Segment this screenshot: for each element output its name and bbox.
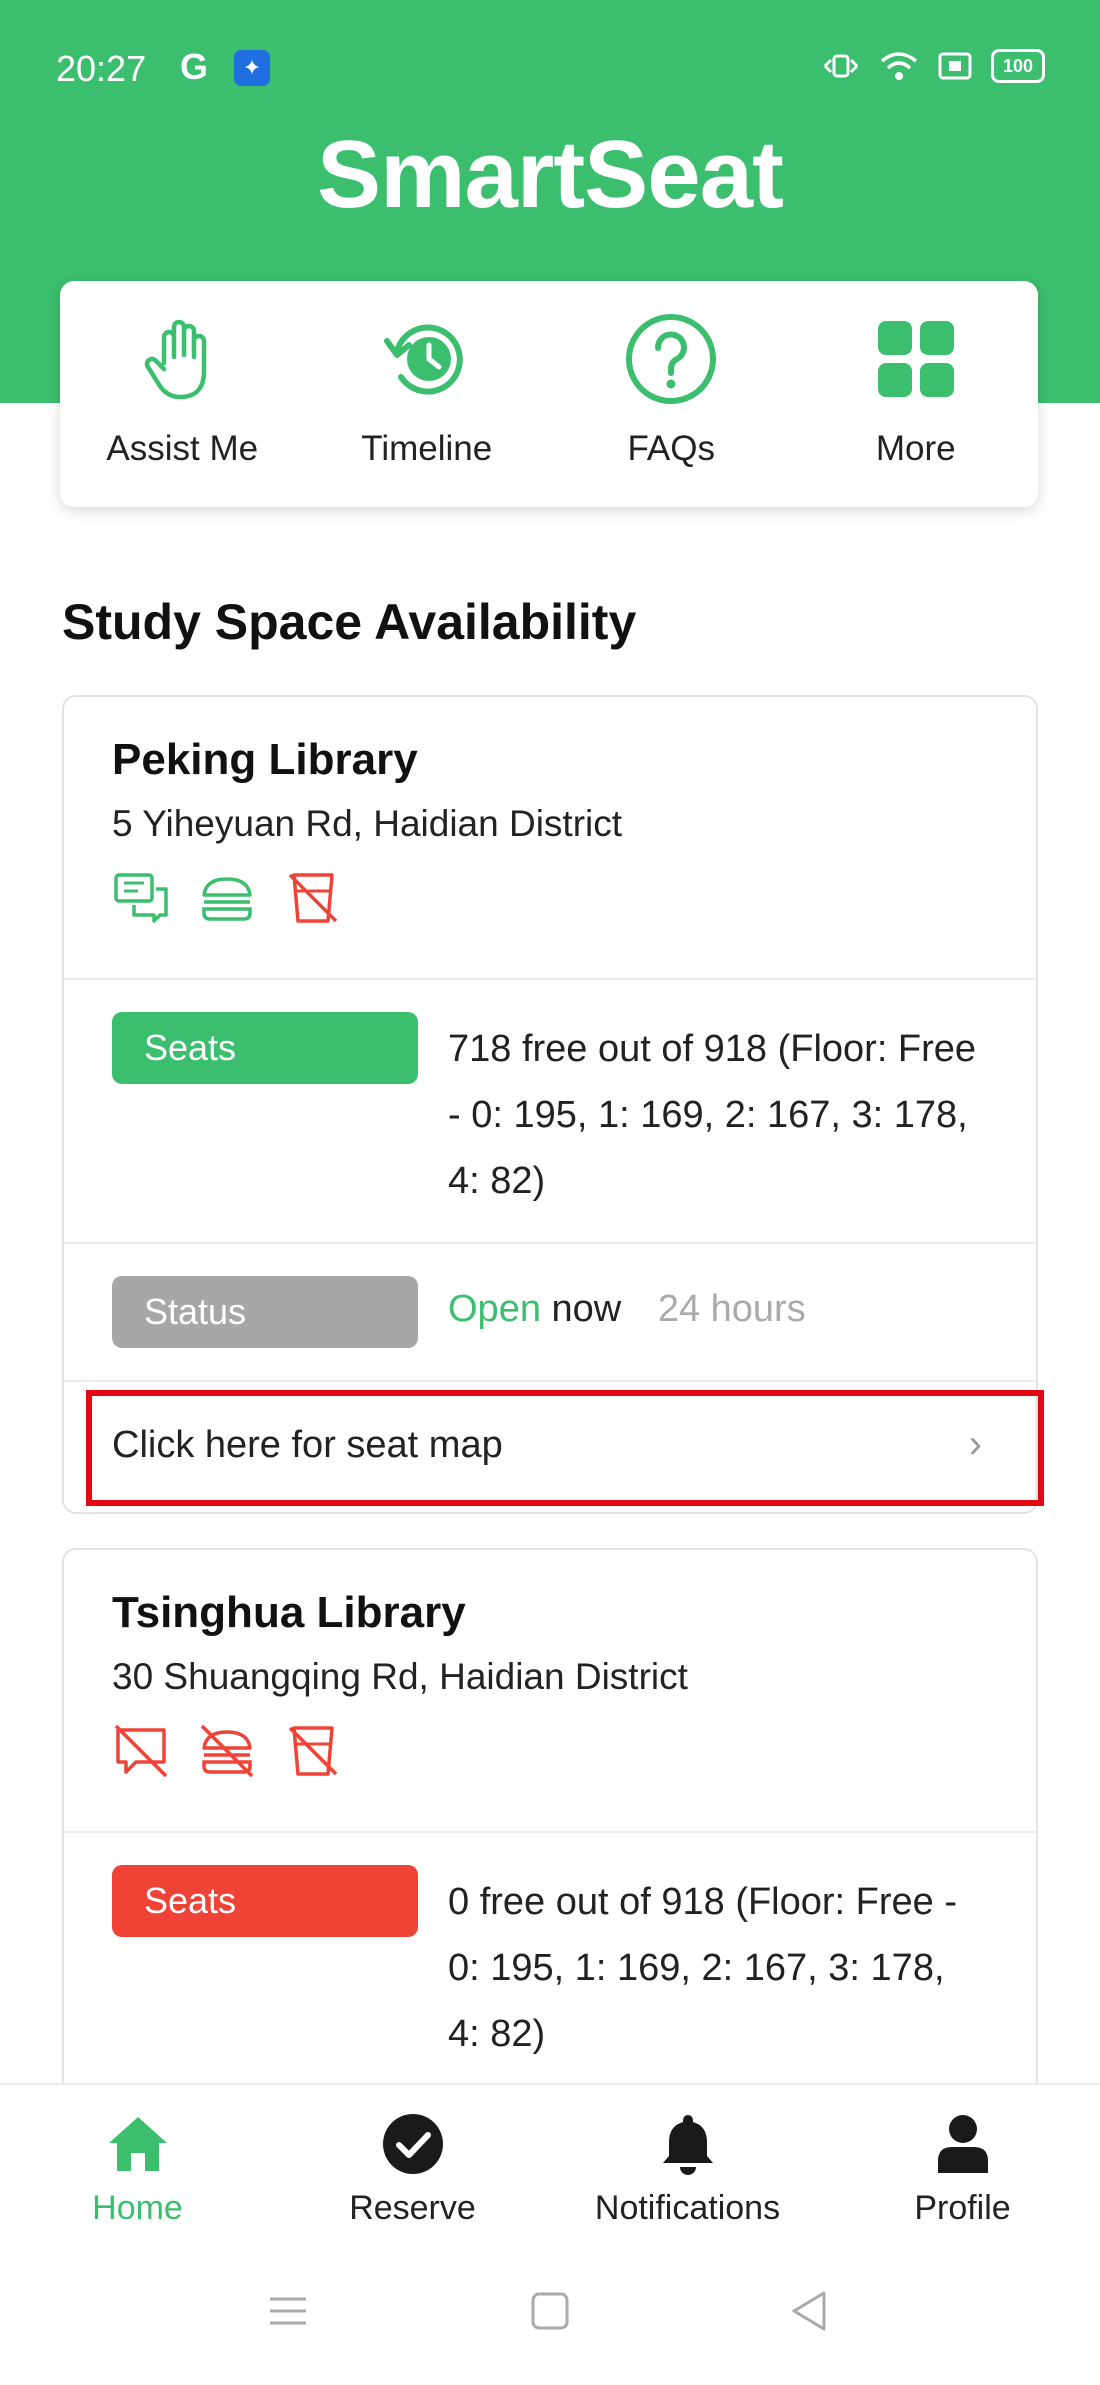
tab-home[interactable]: Home	[0, 2085, 275, 2245]
quick-action-label: FAQs	[627, 429, 716, 468]
vibrate-icon	[823, 54, 859, 78]
tab-label: Reserve	[349, 2189, 476, 2227]
history-icon	[383, 324, 463, 395]
library-name: Tsinghua Library	[112, 1588, 466, 1637]
hours-label: 24 hours	[657, 1288, 806, 1330]
status-icons: 100	[821, 48, 1045, 84]
home-icon	[108, 2117, 167, 2171]
question-icon	[626, 314, 717, 404]
app-title: SmartSeat	[317, 121, 784, 228]
person-icon	[937, 2115, 988, 2173]
battery-indicator: 100	[991, 49, 1045, 83]
discussion-allowed-icon	[114, 873, 168, 923]
library-address: 30 Shuangqing Rd, Haidian District	[112, 1656, 688, 1697]
status-row: Status Open now 24 hours	[64, 1244, 1036, 1382]
section-title: Study Space Availability	[62, 594, 637, 650]
discussion-not-allowed-icon	[114, 1724, 168, 1778]
status-time: 20:27	[56, 48, 147, 89]
screen-icon	[938, 52, 972, 80]
drinks-not-allowed-icon	[288, 873, 338, 923]
library-address: 5 Yiheyuan Rd, Haidian District	[112, 803, 623, 844]
status-badge: Status	[112, 1276, 418, 1348]
quick-action-assist-me[interactable]: Assist Me	[60, 281, 305, 507]
tab-profile[interactable]: Profile	[825, 2085, 1100, 2245]
seats-row: Seats 718 free out of 918 (Floor: Free -…	[64, 980, 1036, 1244]
library-header: Tsinghua Library 30 Shuangqing Rd, Haidi…	[64, 1550, 1036, 1833]
back-icon[interactable]	[788, 2289, 832, 2333]
chevron-right-icon: ›	[968, 1422, 982, 1466]
tab-reserve[interactable]: Reserve	[275, 2085, 550, 2245]
food-not-allowed-icon	[200, 1724, 254, 1778]
seat-map-link[interactable]: Click here for seat map ›	[64, 1382, 1036, 1512]
hand-icon	[145, 319, 207, 400]
amenity-icons	[112, 1722, 1036, 1780]
seats-availability-text: 0 free out of 918 (Floor: Free - 0: 195,…	[448, 1881, 958, 2055]
menu-icon[interactable]	[266, 2289, 310, 2333]
home-button-icon[interactable]	[530, 2289, 570, 2333]
now-label: now	[551, 1288, 622, 1330]
tab-label: Home	[92, 2189, 183, 2227]
google-icon: G	[180, 46, 209, 87]
quick-action-label: Assist Me	[106, 429, 259, 468]
seat-map-label: Click here for seat map	[112, 1424, 503, 1466]
quick-action-label: Timeline	[361, 429, 493, 468]
check-circle-icon	[382, 2114, 443, 2174]
app-notification-icon: ✦	[234, 50, 270, 86]
open-label: Open	[448, 1288, 541, 1330]
wifi-icon	[880, 52, 918, 80]
status-bar: 20:27 G ✦ 100	[0, 40, 1100, 96]
seats-row: Seats 0 free out of 918 (Floor: Free - 0…	[64, 1833, 1036, 2097]
bell-icon	[662, 2115, 713, 2175]
seats-availability-text: 718 free out of 918 (Floor: Free - 0: 19…	[448, 1028, 977, 1202]
quick-action-timeline[interactable]: Timeline	[305, 281, 550, 507]
drinks-not-allowed-icon	[288, 1726, 338, 1776]
tab-notifications[interactable]: Notifications	[550, 2085, 825, 2245]
seats-badge: Seats	[112, 1865, 418, 1937]
tab-label: Notifications	[594, 2189, 781, 2227]
food-allowed-icon	[202, 877, 252, 921]
opening-status: Open now 24 hours	[448, 1288, 806, 1331]
system-nav-bar	[0, 2245, 1100, 2385]
tab-label: Profile	[914, 2189, 1011, 2227]
library-card-peking: Peking Library 5 Yiheyuan Rd, Haidian Di…	[62, 695, 1038, 1514]
quick-action-more[interactable]: More	[794, 281, 1039, 507]
quick-action-faqs[interactable]: FAQs	[549, 281, 794, 507]
library-header: Peking Library 5 Yiheyuan Rd, Haidian Di…	[64, 697, 1036, 980]
bottom-tab-bar: Home Reserve Notifications Profile	[0, 2083, 1100, 2245]
seats-badge: Seats	[112, 1012, 418, 1084]
library-name: Peking Library	[112, 735, 418, 784]
grid-icon	[877, 321, 954, 397]
library-card-tsinghua: Tsinghua Library 30 Shuangqing Rd, Haidi…	[62, 1548, 1038, 2108]
quick-action-label: More	[875, 429, 956, 468]
quick-actions-card: Assist Me Timeline FAQs More	[60, 281, 1038, 507]
amenity-icons	[112, 869, 1036, 927]
